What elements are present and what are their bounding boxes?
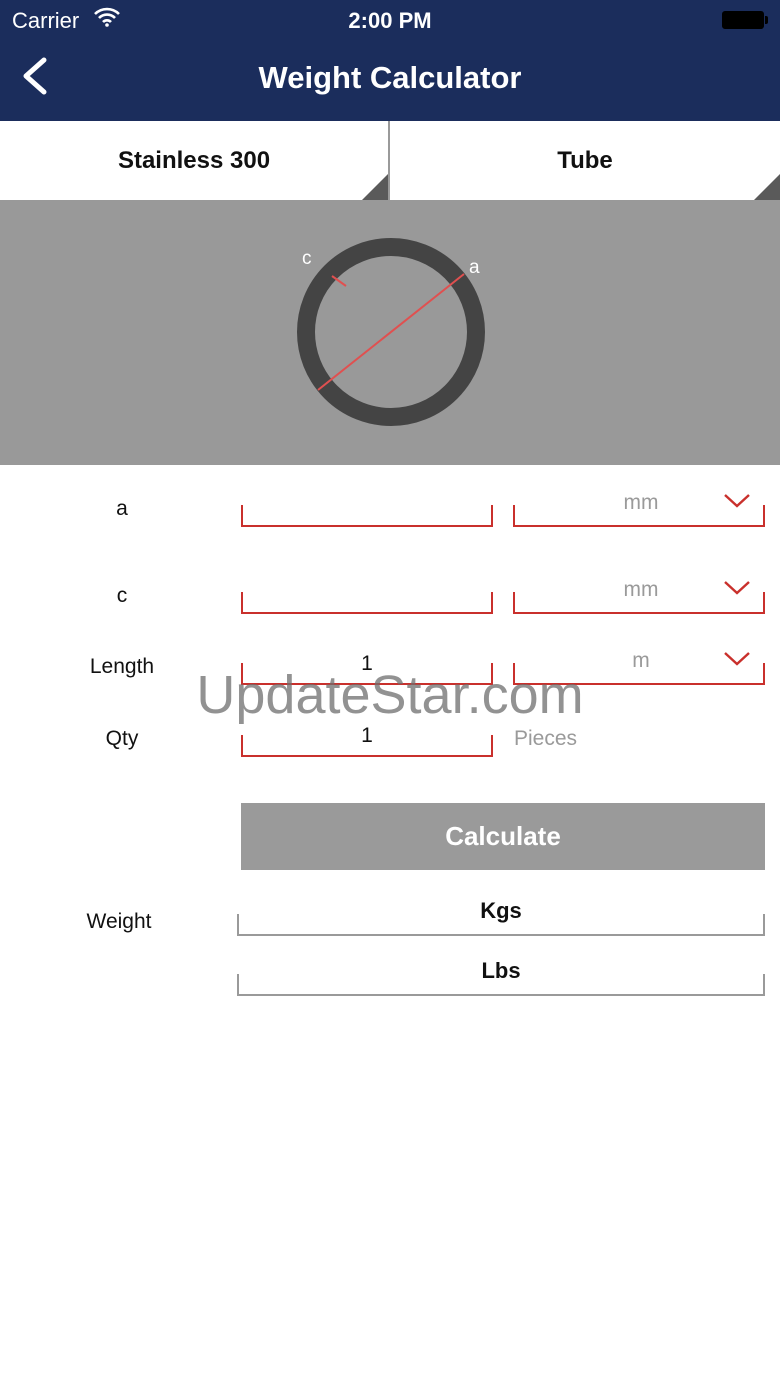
- input-c-field[interactable]: [243, 576, 491, 610]
- dimension-a-line: [317, 273, 465, 391]
- chevron-down-icon: [724, 581, 750, 595]
- length-field[interactable]: [243, 647, 491, 681]
- unit-c-select[interactable]: mm: [513, 578, 765, 614]
- input-a-field-box: [241, 489, 493, 527]
- shape-selector[interactable]: Tube: [390, 121, 780, 200]
- input-a-field[interactable]: [243, 489, 491, 523]
- qty-field[interactable]: [243, 719, 491, 753]
- kgs-unit-label: Kgs: [480, 898, 522, 923]
- page-title: Weight Calculator: [258, 60, 522, 95]
- qty-field-box: [241, 719, 493, 757]
- qty-unit-label: Pieces: [514, 727, 578, 750]
- dimension-c-label: c: [302, 248, 312, 269]
- weight-lbs-output: Lbs: [237, 958, 765, 996]
- shape-selector-label: Tube: [557, 146, 613, 174]
- chevron-down-icon: [724, 494, 750, 508]
- input-a-label: a: [116, 497, 128, 520]
- unit-a-select[interactable]: mm: [513, 491, 765, 527]
- battery-icon: [722, 11, 768, 29]
- length-field-box: [241, 647, 493, 685]
- dropdown-corner-icon: [362, 174, 388, 200]
- material-selector-label: Stainless 300: [117, 146, 271, 174]
- dimension-a-label: a: [469, 257, 480, 278]
- lbs-unit-label: Lbs: [481, 958, 521, 983]
- weight-kgs-output: Kgs: [237, 898, 765, 936]
- shape-diagram: a c: [0, 200, 780, 465]
- dropdown-corner-icon: [754, 174, 780, 200]
- calculate-button[interactable]: Calculate: [241, 803, 765, 870]
- chevron-down-icon: [724, 652, 750, 666]
- input-c-field-box: [241, 576, 493, 614]
- length-unit-select[interactable]: m: [513, 649, 765, 685]
- status-bar: Carrier 2:00 PM: [0, 0, 780, 40]
- weight-label: Weight: [86, 910, 152, 933]
- nav-bar: Weight Calculator: [0, 40, 780, 121]
- length-label: Length: [89, 655, 155, 678]
- qty-label: Qty: [105, 727, 139, 750]
- material-selector[interactable]: Stainless 300: [0, 121, 390, 200]
- status-time: 2:00 PM: [348, 8, 432, 33]
- input-c-label: c: [116, 584, 128, 607]
